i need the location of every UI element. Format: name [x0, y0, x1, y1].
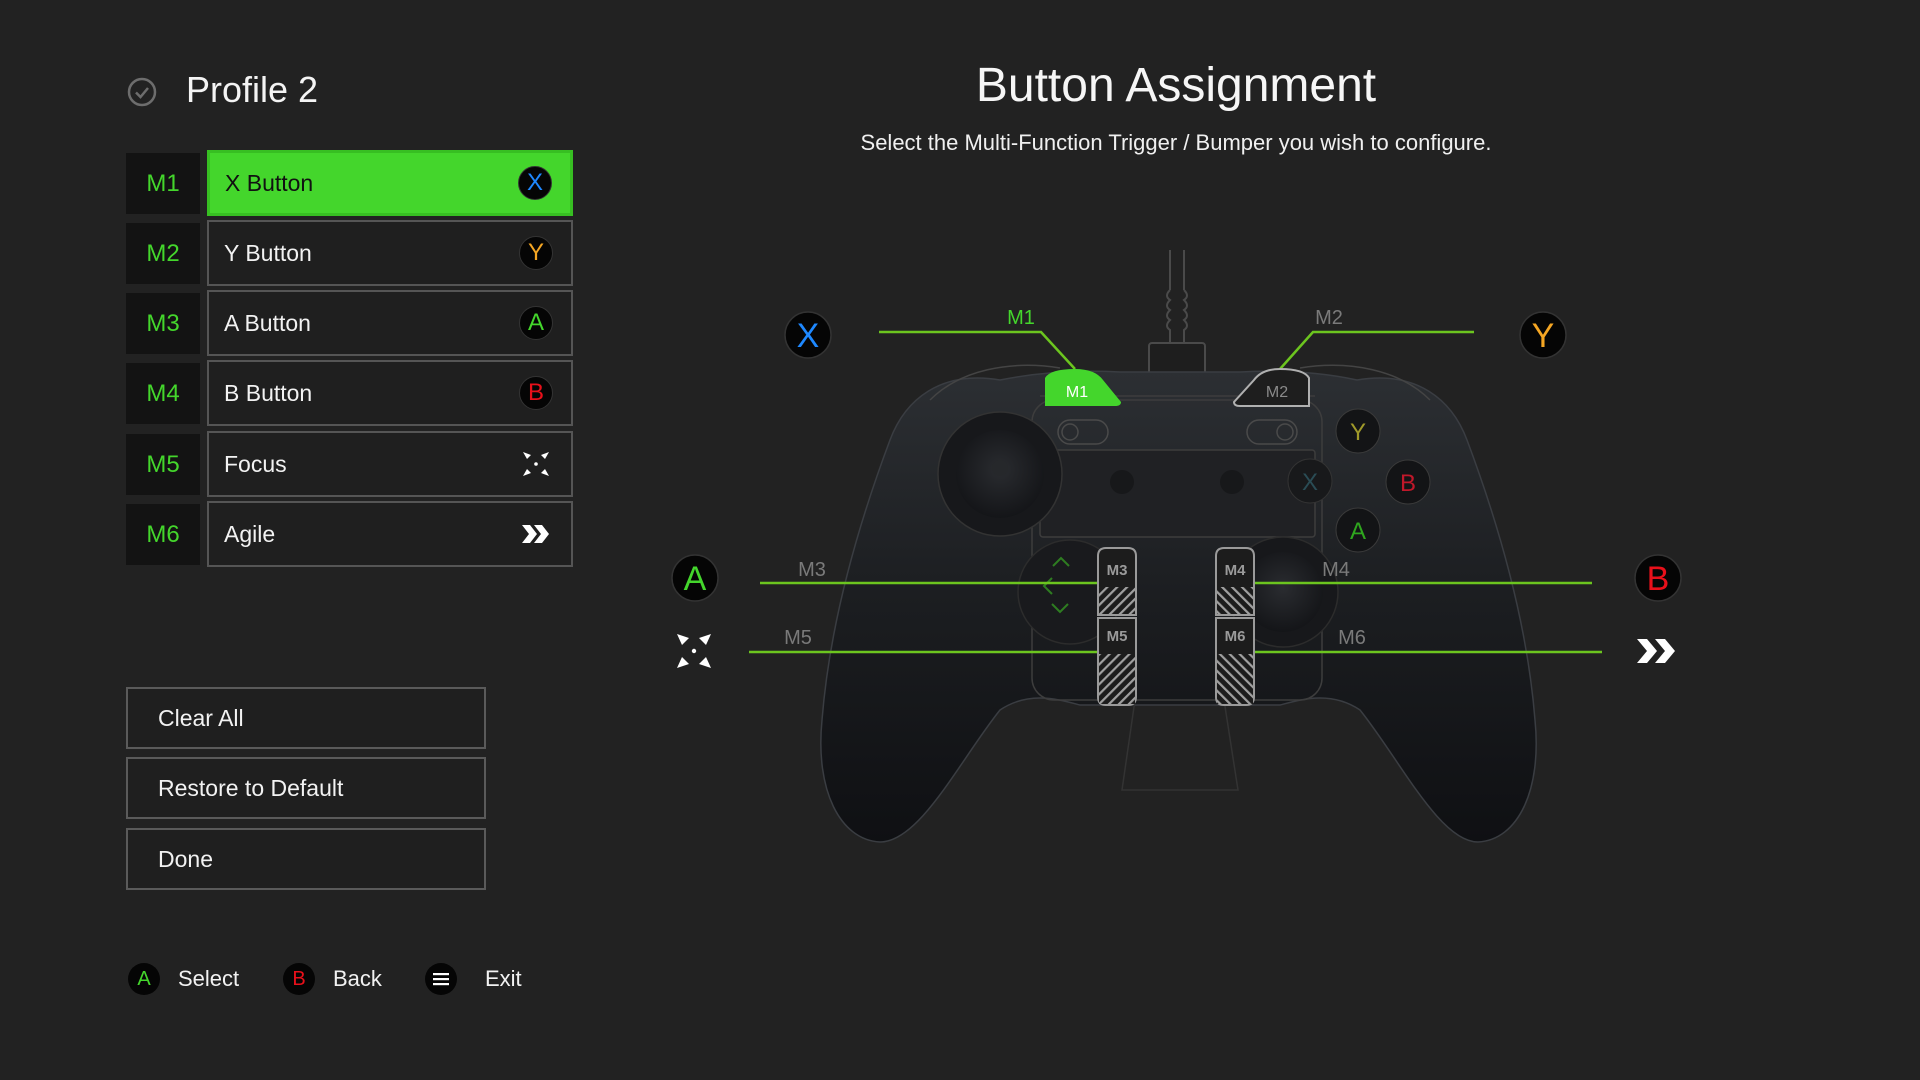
slot-label: M2	[126, 223, 200, 284]
check-circle-icon	[127, 77, 157, 107]
b-button-icon: B	[519, 376, 553, 410]
controller-body: Y B A X	[820, 364, 1537, 843]
callout-label-m2: M2	[1315, 307, 1343, 329]
hint-back[interactable]: B Back	[283, 962, 382, 996]
restore-default-button[interactable]: Restore to Default	[126, 757, 486, 819]
svg-text:B: B	[1400, 470, 1416, 497]
y-button-icon: Y	[1519, 311, 1567, 359]
mapping-item-m2[interactable]: Y Button Y	[207, 220, 573, 286]
slot-label: M1	[126, 153, 200, 214]
callout-label-m3: M3	[798, 559, 826, 581]
svg-text:M1: M1	[1066, 384, 1088, 401]
usb-cable	[1145, 250, 1209, 396]
agile-icon	[1637, 639, 1675, 663]
svg-text:M5: M5	[1107, 628, 1128, 645]
face-button-b: B	[1385, 459, 1431, 505]
slot-label: M5	[126, 434, 200, 495]
x-button-icon: X	[784, 311, 832, 359]
paddle-m4[interactable]: M4	[1215, 547, 1255, 616]
hint-select[interactable]: A Select	[128, 962, 239, 996]
mapping-row-m2: M2 Y Button Y	[126, 220, 576, 286]
svg-text:M2: M2	[1266, 384, 1288, 401]
x-button-icon: X	[518, 166, 552, 200]
svg-text:X: X	[797, 317, 820, 355]
hint-exit[interactable]: Exit	[425, 962, 522, 996]
a-button-icon: A	[519, 306, 553, 340]
face-button-y: Y	[1335, 408, 1381, 454]
svg-text:Y: Y	[1350, 419, 1366, 446]
svg-text:B: B	[1647, 560, 1670, 598]
bumper-m2[interactable]: M2	[1232, 367, 1310, 407]
assignment-label: Agile	[224, 520, 276, 547]
callout-label-m1: M1	[1007, 307, 1035, 329]
b-button-icon: B	[283, 963, 315, 995]
slot-label: M6	[126, 504, 200, 565]
mapping-item-m1[interactable]: X Button X	[207, 150, 573, 216]
svg-text:M6: M6	[1225, 628, 1246, 645]
mapping-row-m5: M5 Focus	[126, 431, 576, 497]
svg-text:Y: Y	[1532, 317, 1555, 355]
callout-label-m6: M6	[1338, 627, 1366, 649]
mapping-item-m3[interactable]: A Button A	[207, 290, 573, 356]
assignment-label: A Button	[224, 309, 311, 336]
a-button-icon: A	[128, 963, 160, 995]
focus-icon	[677, 634, 711, 668]
callout-line-m2	[1279, 330, 1474, 370]
assignment-label: Focus	[224, 450, 287, 477]
page-subtitle: Select the Multi-Function Trigger / Bump…	[860, 130, 1492, 155]
assignment-label: X Button	[225, 169, 314, 196]
mapping-item-m6[interactable]: Agile	[207, 501, 573, 567]
menu-icon	[425, 963, 457, 995]
assignment-label: B Button	[224, 379, 313, 406]
mapping-row-m1: M1 X Button X	[126, 150, 576, 216]
callout-lines	[749, 330, 1602, 654]
svg-text:M3: M3	[1107, 562, 1128, 579]
callout-label-m4: M4	[1322, 559, 1350, 581]
bumper-m1[interactable]: M1	[1045, 369, 1121, 406]
mapping-item-m5[interactable]: Focus	[207, 431, 573, 497]
y-button-icon: Y	[519, 236, 553, 270]
svg-text:A: A	[1350, 518, 1366, 545]
focus-icon	[523, 452, 549, 476]
slot-label: M4	[126, 363, 200, 424]
paddle-m3[interactable]: M3	[1097, 547, 1137, 616]
callout-label-m5: M5	[784, 627, 812, 649]
svg-text:M4: M4	[1225, 562, 1246, 579]
agile-icon	[522, 525, 549, 543]
hint-label: Exit	[485, 966, 522, 991]
done-button[interactable]: Done	[126, 828, 486, 890]
b-button-icon: B	[1634, 554, 1682, 602]
face-button-a: A	[1335, 507, 1381, 553]
page-title: Button Assignment	[975, 59, 1377, 112]
mapping-row-m6: M6 Agile	[126, 501, 576, 567]
mapping-row-m4: M4 B Button B	[126, 360, 576, 426]
mapping-item-m4[interactable]: B Button B	[207, 360, 573, 426]
paddle-m5[interactable]: M5	[1097, 617, 1137, 706]
profile-name: Profile 2	[186, 69, 319, 110]
paddle-m6[interactable]: M6	[1215, 617, 1255, 706]
svg-text:A: A	[684, 560, 707, 598]
clear-all-button[interactable]: Clear All	[126, 687, 486, 749]
svg-text:X: X	[1302, 469, 1318, 496]
face-button-x: X	[1287, 458, 1333, 504]
hint-label: Select	[178, 966, 240, 991]
mapping-row-m3: M3 A Button A	[126, 290, 576, 356]
hint-label: Back	[333, 966, 382, 991]
slot-label: M3	[126, 293, 200, 354]
callout-line-m1	[879, 330, 1076, 370]
assignment-label: Y Button	[224, 239, 312, 266]
a-button-icon: A	[671, 554, 719, 602]
